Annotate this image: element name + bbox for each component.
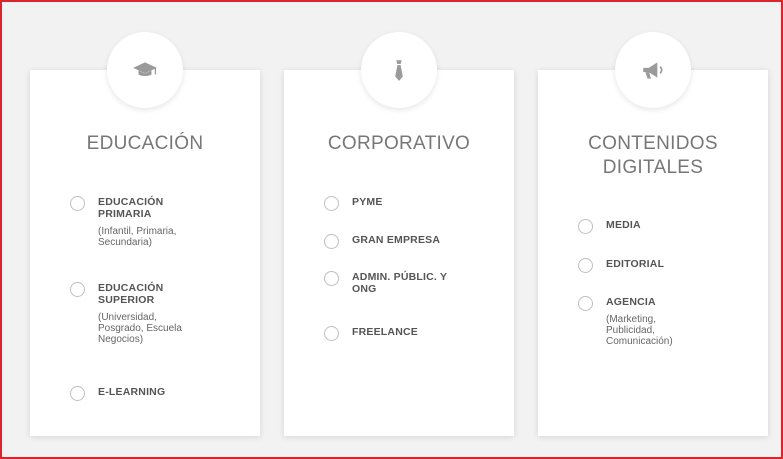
graduation-cap-icon [133, 62, 157, 76]
card-educacion: EDUCACIÓN EDUCACIÓN PRIMARIA (Infantil, … [30, 32, 260, 436]
page-frame: EDUCACIÓN EDUCACIÓN PRIMARIA (Infantil, … [0, 0, 783, 459]
option-description: (Infantil, Primaria, Secundaria) [98, 226, 177, 248]
option-label: GRAN EMPRESA [352, 234, 441, 246]
radio-button[interactable] [70, 196, 85, 211]
radio-button[interactable] [578, 219, 593, 234]
option-description: (Marketing, Publicidad, Comunicación) [606, 314, 673, 347]
radio-button[interactable] [578, 296, 593, 311]
card-contenidos-digitales: CONTENIDOS DIGITALES MEDIA EDITORIAL AGE… [538, 32, 768, 436]
option-media[interactable]: MEDIA [578, 219, 748, 234]
option-pyme[interactable]: PYME [324, 196, 494, 211]
option-label: E-LEARNING [98, 386, 166, 398]
option-label: EDUCACIÓN SUPERIOR [98, 282, 164, 306]
megaphone-icon [643, 62, 663, 79]
option-label: EDUCACIÓN PRIMARIA [98, 196, 164, 220]
option-educacion-superior[interactable]: EDUCACIÓN SUPERIOR (Universidad, Posgrad… [70, 282, 240, 345]
card-icon-circle [107, 32, 183, 108]
option-label: ADMIN. PÚBLIC. Y ONG [352, 271, 447, 295]
option-label: MEDIA [606, 219, 641, 231]
option-label: PYME [352, 196, 383, 208]
card-icon-circle [361, 32, 437, 108]
option-e-learning[interactable]: E-LEARNING [70, 386, 240, 401]
option-editorial[interactable]: EDITORIAL [578, 258, 748, 273]
radio-button[interactable] [324, 326, 339, 341]
option-description: (Universidad, Posgrado, Escuela Negocios… [98, 312, 182, 345]
radio-button[interactable] [324, 271, 339, 286]
option-label: EDITORIAL [606, 258, 665, 270]
radio-button[interactable] [324, 234, 339, 249]
card-title: EDUCACIÓN [86, 133, 204, 154]
card-corporativo: CORPORATIVO PYME GRAN EMPRESA ADMIN. PÚB… [284, 32, 514, 436]
option-admin-public-ong[interactable]: ADMIN. PÚBLIC. Y ONG [324, 271, 494, 295]
option-gran-empresa[interactable]: GRAN EMPRESA [324, 234, 494, 249]
option-label: FREELANCE [352, 326, 418, 338]
option-label: AGENCIA [606, 296, 656, 308]
radio-button[interactable] [70, 282, 85, 297]
option-agencia[interactable]: AGENCIA (Marketing, Publicidad, Comunica… [578, 296, 748, 347]
card-title: CONTENIDOS DIGITALES [588, 133, 718, 178]
radio-button[interactable] [324, 196, 339, 211]
card-icon-circle [615, 32, 691, 108]
option-educacion-primaria[interactable]: EDUCACIÓN PRIMARIA (Infantil, Primaria, … [70, 196, 240, 248]
card-title: CORPORATIVO [327, 133, 471, 154]
necktie-icon [395, 60, 403, 81]
option-freelance[interactable]: FREELANCE [324, 326, 494, 341]
radio-button[interactable] [70, 386, 85, 401]
radio-button[interactable] [578, 258, 593, 273]
